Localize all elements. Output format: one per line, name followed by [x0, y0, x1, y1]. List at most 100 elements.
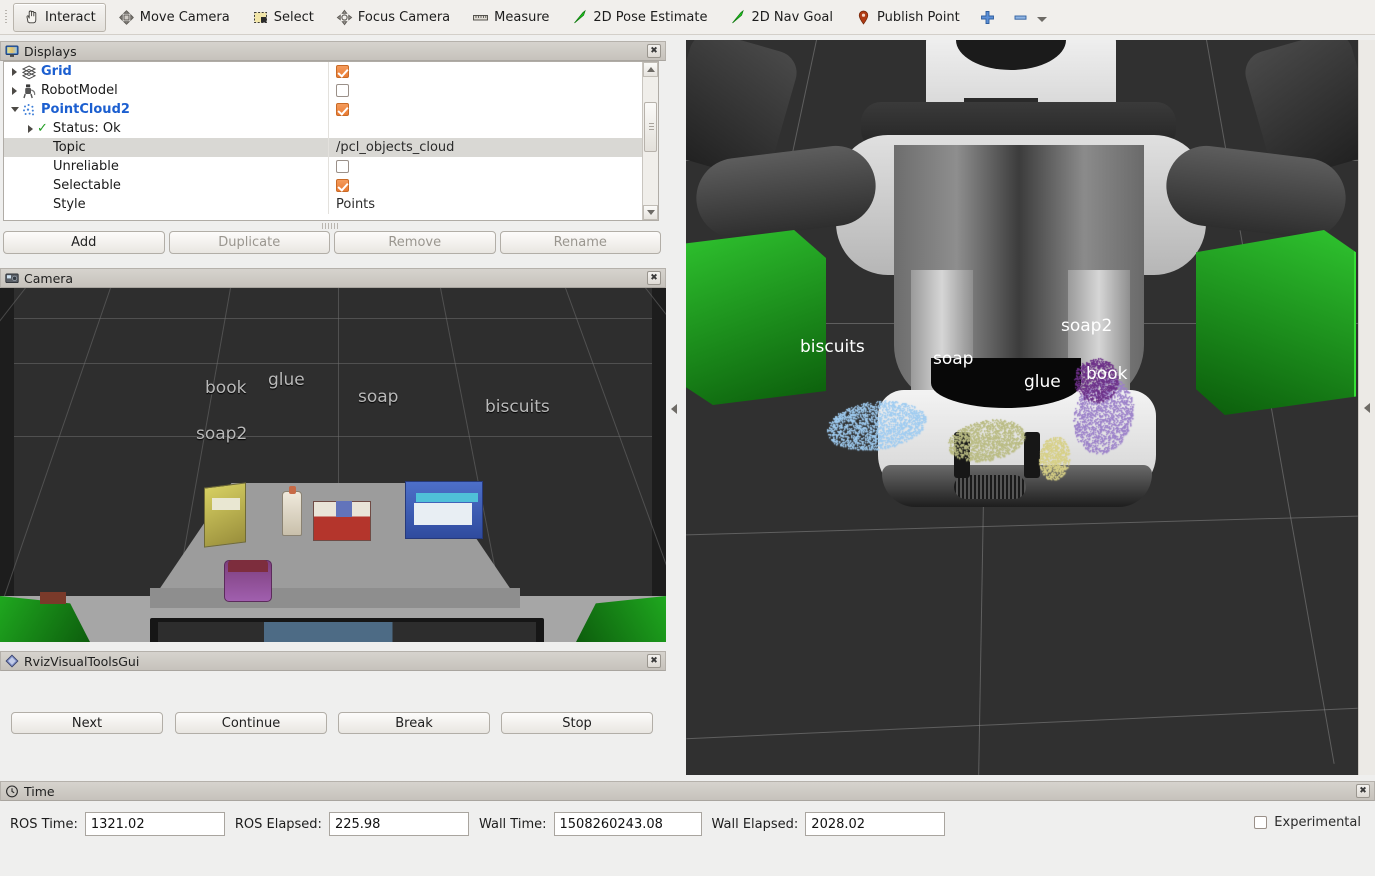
displays-panel-titlebar: Displays ✖	[0, 41, 666, 61]
pose-arrow-icon	[571, 9, 588, 26]
tool-publish-point[interactable]: Publish Point	[845, 3, 970, 32]
minus-icon	[1012, 9, 1029, 26]
ruler-icon	[472, 9, 489, 26]
time-field-input[interactable]: 1321.02	[85, 812, 225, 836]
camera-object-glue	[282, 491, 302, 536]
tool-select[interactable]: Select	[242, 3, 324, 32]
tree-row-name-cell: PointCloud2	[4, 100, 329, 119]
displays-tree-row[interactable]: RobotModel	[4, 81, 642, 100]
next-button[interactable]: Next	[11, 712, 163, 734]
experimental-checkbox-group[interactable]: Experimental	[1254, 815, 1361, 830]
displays-tree-row[interactable]: Unreliable	[4, 157, 642, 176]
grid-icon	[21, 64, 37, 80]
camera-object-book-label	[212, 498, 240, 510]
expander-expand-icon[interactable]	[24, 119, 37, 138]
tree-row-checkbox[interactable]	[336, 160, 349, 173]
time-field-input[interactable]: 225.98	[329, 812, 469, 836]
camera-gridline	[0, 288, 111, 623]
displays-tree[interactable]: Grid RobotModel PointCloud2 ✓ Status: Ok Topi…	[3, 61, 659, 221]
tree-row-value: Points	[336, 197, 375, 212]
robot-icon	[21, 83, 37, 99]
camera-gridline	[14, 363, 652, 364]
tree-row-value-cell[interactable]	[329, 100, 642, 119]
tree-row-name-cell: Topic	[4, 138, 329, 157]
tree-row-value-cell[interactable]: /pcl_objects_cloud	[329, 138, 642, 157]
tool-focus-camera[interactable]: Focus Camera	[326, 3, 460, 32]
displays-tree-row[interactable]: Selectable	[4, 176, 642, 195]
camera-render-view[interactable]: book glue soap biscuits soap2	[0, 288, 666, 642]
displays-tree-row[interactable]: Style Points	[4, 195, 642, 214]
pointcloud-icon	[21, 102, 37, 118]
time-panel: Time ✖ ROS Time: 1321.02 ROS Elapsed: 225.9…	[0, 781, 1375, 876]
close-icon[interactable]: ✖	[1356, 784, 1370, 798]
camera-object-soap2-lid	[228, 560, 268, 572]
main-toolbar: Interact Move Camera Select Focus Camera…	[0, 0, 1375, 35]
experimental-label: Experimental	[1274, 815, 1361, 830]
rviz-visual-tools-panel: RvizVisualToolsGui ✖ Next Continue Break St…	[0, 651, 666, 761]
experimental-checkbox[interactable]	[1254, 816, 1267, 829]
tool-interact[interactable]: Interact	[13, 3, 106, 32]
displays-tree-row[interactable]: PointCloud2	[4, 100, 642, 119]
main-3d-render-view[interactable]: PR2 biscuitssoapsoap2gluebook	[686, 40, 1358, 775]
tree-row-value-cell[interactable]	[329, 119, 642, 138]
remove-tool-button[interactable]	[1005, 3, 1054, 32]
tree-row-value-cell[interactable]: Points	[329, 195, 642, 214]
view3d-right-splitter[interactable]	[1358, 40, 1375, 775]
tool-move-camera[interactable]: Move Camera	[108, 3, 240, 32]
expander-expand-icon[interactable]	[8, 81, 21, 100]
chevron-down-icon[interactable]	[1037, 17, 1047, 22]
tree-row-checkbox[interactable]	[336, 84, 349, 97]
expander-collapse-icon[interactable]	[8, 100, 21, 119]
displays-tree-row[interactable]: ✓ Status: Ok	[4, 119, 642, 138]
left-splitter[interactable]	[666, 41, 686, 775]
map-pin-icon	[855, 9, 872, 26]
scroll-down-button[interactable]	[643, 205, 658, 220]
camera-panel-titlebar: Camera ✖	[0, 268, 666, 288]
duplicate-button: Duplicate	[169, 231, 331, 254]
tree-row-checkbox[interactable]	[336, 103, 349, 116]
expander-expand-icon[interactable]	[8, 62, 21, 81]
tool-measure-label: Measure	[494, 10, 549, 25]
close-icon[interactable]: ✖	[647, 44, 661, 58]
tree-row-name-cell: Unreliable	[4, 157, 329, 176]
scrollbar-thumb[interactable]	[644, 102, 657, 152]
close-icon[interactable]: ✖	[647, 654, 661, 668]
toolbar-drag-handle[interactable]	[2, 6, 12, 28]
tree-row-checkbox[interactable]	[336, 179, 349, 192]
camera-object-edge	[40, 592, 66, 604]
collapse-left-arrow-icon[interactable]	[671, 404, 677, 414]
time-field-input[interactable]: 2028.02	[805, 812, 945, 836]
rename-button: Rename	[500, 231, 662, 254]
tree-row-label: Selectable	[53, 178, 121, 193]
continue-button[interactable]: Continue	[175, 712, 327, 734]
collapse-right-arrow-icon[interactable]	[1364, 403, 1370, 413]
time-field-input[interactable]: 1508260243.08	[554, 812, 702, 836]
tree-row-checkbox[interactable]	[336, 65, 349, 78]
tree-row-name-cell: Grid	[4, 62, 329, 81]
tool-2d-nav-goal[interactable]: 2D Nav Goal	[719, 3, 843, 32]
break-button[interactable]: Break	[338, 712, 490, 734]
tool-measure[interactable]: Measure	[462, 3, 559, 32]
add-button[interactable]: Add	[3, 231, 165, 254]
rviz-window: Interact Move Camera Select Focus Camera…	[0, 0, 1375, 876]
rviz-visual-tools-title: RvizVisualToolsGui	[24, 654, 642, 669]
tree-row-value-cell[interactable]	[329, 176, 642, 195]
tree-row-name-cell: Style	[4, 195, 329, 214]
tree-row-value-cell[interactable]	[329, 81, 642, 100]
tool-2d-pose-estimate[interactable]: 2D Pose Estimate	[561, 3, 717, 32]
select-rect-icon	[252, 9, 269, 26]
time-field-label: ROS Time:	[10, 817, 78, 832]
tree-row-label: PointCloud2	[41, 102, 130, 117]
close-icon[interactable]: ✖	[647, 271, 661, 285]
tree-row-value-cell[interactable]	[329, 157, 642, 176]
displays-tree-row[interactable]: Topic/pcl_objects_cloud	[4, 138, 642, 157]
camera-icon	[5, 271, 19, 285]
scroll-up-button[interactable]	[643, 62, 658, 77]
displays-tree-row[interactable]: Grid	[4, 62, 642, 81]
column-resize-handle[interactable]	[322, 223, 340, 229]
add-tool-button[interactable]	[972, 3, 1003, 32]
time-field-label: ROS Elapsed:	[235, 817, 322, 832]
displays-scrollbar[interactable]	[642, 62, 658, 220]
stop-button[interactable]: Stop	[501, 712, 653, 734]
tree-row-value-cell[interactable]	[329, 62, 642, 81]
